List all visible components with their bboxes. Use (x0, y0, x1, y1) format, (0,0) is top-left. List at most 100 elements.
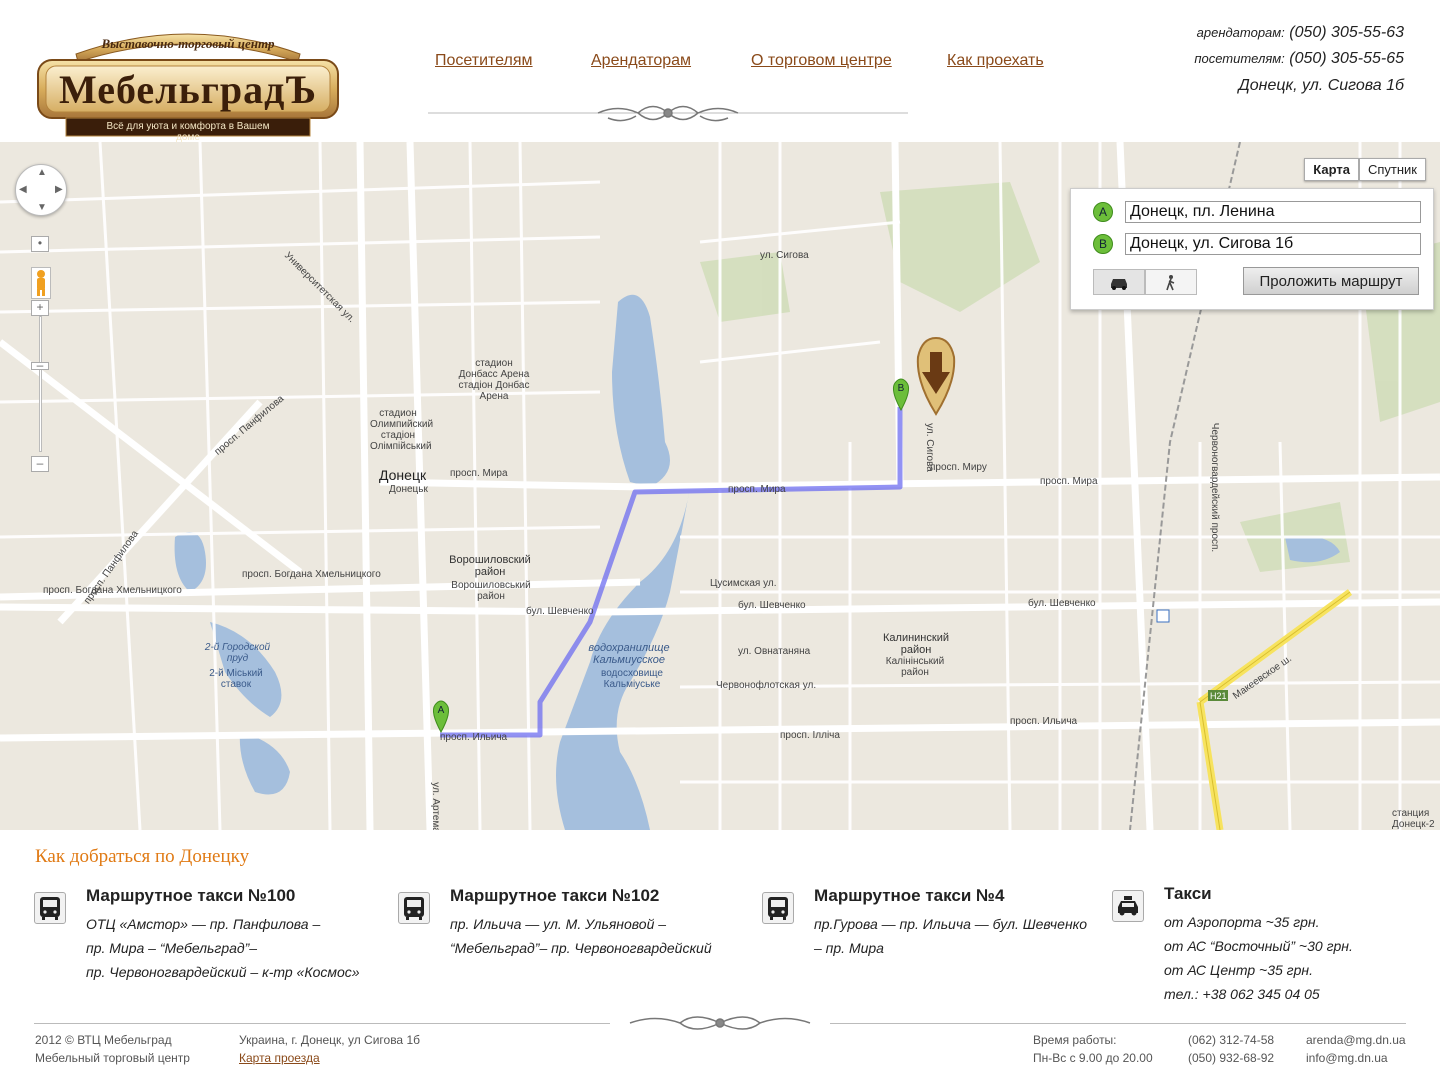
footer-email[interactable]: arenda@mg.dn.ua (1306, 1031, 1406, 1049)
tenants-contact: арендаторам: (050) 305-55-63 (1194, 20, 1404, 46)
transport-route: пр.Гурова — пр. Ильича — бул. Шевченко –… (814, 912, 1087, 960)
bus-icon (34, 892, 66, 924)
tenants-label: арендаторам: (1196, 25, 1285, 40)
bus-icon (762, 892, 794, 924)
label-reservoir: водохранилище Кальмиусское (588, 642, 670, 666)
walk-mode-button[interactable] (1145, 269, 1197, 295)
logo-subtitle: Всё для уюта и комфорта в Вашем доме (106, 121, 270, 143)
route-line: ОТЦ «Амстор» — пр. Панфилова – (86, 916, 321, 932)
logo-title: МебельградЪ (58, 67, 318, 112)
transport-route: от Аэропорта ~35 грн. от АС “Восточный” … (1164, 910, 1353, 1006)
transport-route: пр. Ильича — ул. М. Ульяновой – “Мебельг… (450, 912, 712, 960)
travel-mode (1093, 269, 1197, 295)
transport-title: Маршрутное такси №4 (814, 886, 1005, 905)
nav-directions[interactable]: Как проехать (947, 52, 1044, 70)
copyright-subline: Мебельный торговый центр (35, 1051, 190, 1065)
footer-address: Украина, г. Донецк, ул Сигова 1б Карта п… (239, 1031, 420, 1067)
footer-phone: (062) 312-74-58 (1188, 1033, 1275, 1047)
visitors-phone: (050) 305-55-65 (1289, 50, 1404, 67)
label-chervonogvardeysky: Червоногвардейский просп. (1209, 422, 1221, 553)
footer-hours: Время работы: Пн-Вс с 9.00 до 20.00 (1033, 1031, 1153, 1067)
logo-tagline: Выставочно-торговый центр (101, 36, 275, 51)
route-line: “Мебельград”– пр. Червоногвардейский (450, 940, 712, 956)
map-type-satellite[interactable]: Спутник (1358, 158, 1426, 181)
nav-about[interactable]: О торговом центре (751, 52, 892, 70)
route-to-input[interactable] (1125, 233, 1421, 255)
zoom-thumb[interactable]: – (31, 359, 49, 371)
nav-tenants[interactable]: Арендаторам (591, 52, 691, 70)
label-shevchenko: бул. Шевченко (526, 606, 594, 617)
label-sigova: ул. Сигова (923, 423, 935, 472)
label-mira: просп. Мира (450, 468, 508, 479)
hours-label: Время работы: (1033, 1033, 1117, 1047)
header-address: Донецк, ул. Сигова 1б (1238, 77, 1405, 94)
build-route-button[interactable]: Проложить маршрут (1243, 267, 1419, 295)
label-khmelnitsky-w: просп. Богдана Хмельницкого (43, 585, 182, 596)
route-line: пр.Гурова — пр. Ильича — бул. Шевченко (814, 916, 1088, 932)
hours-value: Пн-Вс с 9.00 до 20.00 (1033, 1051, 1153, 1065)
label-reservoir-ua: водосховище Кальміуське (601, 668, 663, 690)
visitors-contact: посетителям: (050) 305-55-65 (1194, 46, 1404, 72)
label-donetsk: Донецк (379, 467, 427, 483)
visitors-label: посетителям: (1194, 51, 1285, 66)
label-stadium1: стадион Донбасс Арена (458, 358, 530, 380)
footer-email[interactable]: info@mg.dn.ua (1306, 1049, 1406, 1067)
car-icon (1111, 279, 1127, 290)
nav-visitors[interactable]: Посетителям (435, 52, 533, 70)
label-voroshilov-ua: Ворошиловський район (451, 580, 531, 602)
route-line: от Аэропорта ~35 грн. (1164, 914, 1320, 930)
label-pond-ua: 2-й Міський ставок (209, 668, 263, 690)
svg-text:B: B (898, 383, 905, 394)
footer-map-link[interactable]: Карта проезда (239, 1051, 320, 1065)
map-pan-control[interactable]: ▲ ▼ ◀ ▶ (15, 164, 67, 216)
footer-phones: (062) 312-74-58 (050) 932-68-92 (1188, 1031, 1274, 1067)
zoom-slider[interactable]: + – – (31, 300, 51, 472)
pegman-icon[interactable] (31, 267, 51, 299)
pan-down-icon[interactable]: ▼ (37, 202, 47, 213)
route-map[interactable]: A B Донецк Донецьк Ворошиловский район В… (0, 142, 1440, 830)
route-line: пр. Ильича — ул. М. Ульяновой – (450, 916, 667, 932)
route-line: – пр. Мира (814, 940, 884, 956)
footer-address-text: Украина, г. Донецк, ул Сигова 1б (239, 1033, 420, 1047)
label-h21: H21 (1210, 691, 1227, 701)
walk-icon (1166, 275, 1175, 291)
taxi-icon (1112, 890, 1144, 922)
pan-up-icon[interactable]: ▲ (37, 167, 47, 178)
label-mira-east: просп. Мира (1040, 476, 1098, 487)
section-title: Как добраться по Донецку (35, 846, 250, 867)
label-shevchenko3: бул. Шевченко (1028, 598, 1096, 609)
pan-left-icon[interactable]: ◀ (19, 184, 27, 195)
label-mira2: просп. Миру (930, 462, 987, 473)
zoom-track[interactable] (39, 316, 42, 452)
label-mira-route: просп. Мира (728, 484, 786, 495)
footer-copyright: 2012 © ВТЦ Мебельград Мебельный торговый… (35, 1031, 190, 1067)
label-chervonoflotskaya: Червонофлотская ул. (716, 680, 817, 691)
header-contacts: арендаторам: (050) 305-55-63 посетителям… (1194, 20, 1404, 100)
route-from-input[interactable] (1125, 201, 1421, 223)
locate-button[interactable]: • (31, 236, 49, 252)
label-khmelnitsky: просп. Богдана Хмельницкого (242, 569, 381, 580)
route-line: пр. Червоногвардейский – к-тр «Космос» (86, 964, 360, 980)
site-header: Выставочно-торговый центр МебельградЪ Вс… (0, 0, 1440, 143)
bus-icon (398, 892, 430, 924)
label-shevchenko2: бул. Шевченко (738, 600, 806, 611)
route-line: от АС “Восточный” ~30 грн. (1164, 938, 1353, 954)
label-station: станция Донецк-2 (1392, 808, 1435, 830)
pan-right-icon[interactable]: ▶ (55, 184, 63, 195)
label-kalinin-ua: Калінінський район (885, 656, 945, 678)
route-line: пр. Мира – “Мебельград”– (86, 940, 258, 956)
car-mode-button[interactable] (1093, 269, 1145, 295)
zoom-out-button[interactable]: – (31, 456, 49, 472)
svg-text:A: A (438, 705, 445, 716)
footer-ornament (610, 1008, 830, 1038)
transport-title: Маршрутное такси №102 (450, 886, 660, 905)
route-panel: A B Проложить маршрут (1070, 188, 1434, 310)
transport-route: ОТЦ «Амстор» — пр. Панфилова – пр. Мира … (86, 912, 360, 984)
label-ovnatanyana: ул. Овнатаняна (738, 646, 811, 657)
label-artema: ул. Артема (429, 782, 441, 830)
badge-b: B (1093, 234, 1113, 254)
tenants-phone: (050) 305-55-63 (1289, 24, 1404, 41)
map-type-map[interactable]: Карта (1304, 158, 1359, 181)
site-logo[interactable]: Выставочно-торговый центр МебельградЪ Вс… (36, 24, 340, 143)
zoom-in-button[interactable]: + (31, 300, 49, 316)
